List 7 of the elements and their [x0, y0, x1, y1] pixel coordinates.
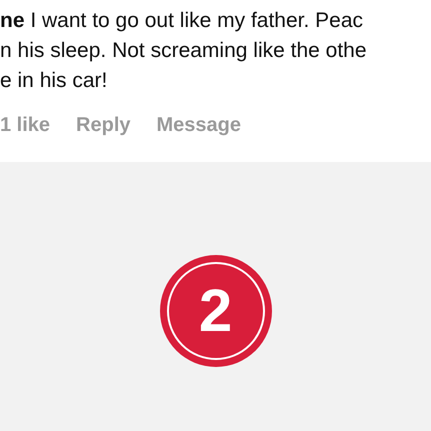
reply-link[interactable]: Reply	[76, 110, 131, 140]
message-link[interactable]: Message	[156, 110, 242, 140]
like-count: 1 like	[0, 113, 50, 138]
comment-text: n his sleep. Not screaming like the othe	[0, 38, 367, 64]
comment-text: e in his car!	[0, 68, 108, 94]
badge-number: 2	[198, 281, 232, 341]
comment-text: ne I want to go out like my father. Peac	[0, 8, 364, 34]
